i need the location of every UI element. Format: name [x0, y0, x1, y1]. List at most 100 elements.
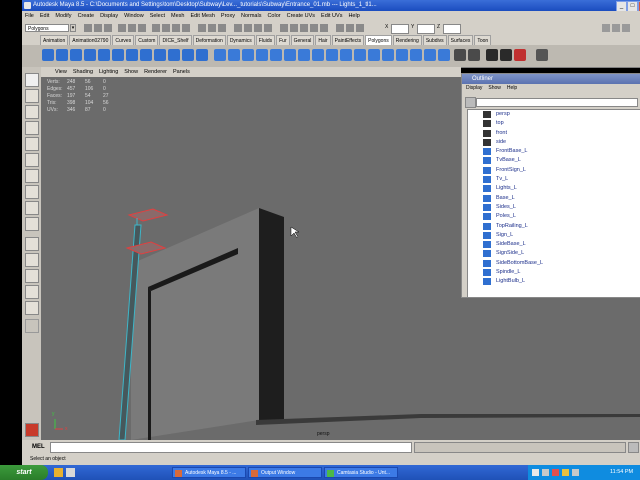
uv-editor-icon[interactable]	[454, 49, 466, 61]
panel-menu-view[interactable]: View	[55, 69, 67, 75]
list-item[interactable]: TopRailing_L	[468, 222, 640, 231]
persp-graph-layout-icon[interactable]	[25, 285, 39, 299]
speaker-icon[interactable]	[572, 469, 579, 476]
menu-proxy[interactable]: Proxy	[221, 13, 235, 19]
extract-icon[interactable]	[242, 49, 254, 61]
menu-window[interactable]: Window	[124, 13, 144, 19]
mirror-geometry-icon[interactable]	[312, 49, 324, 61]
combine-icon[interactable]	[214, 49, 226, 61]
x-input[interactable]	[391, 24, 409, 34]
menu-display[interactable]: Display	[100, 13, 118, 19]
poly-torus-icon[interactable]	[112, 49, 124, 61]
custom-script-2-icon[interactable]	[500, 49, 512, 61]
poly-prism-icon[interactable]	[126, 49, 138, 61]
fill-hole-icon[interactable]	[410, 49, 422, 61]
boolean-difference-icon[interactable]	[284, 49, 296, 61]
menu-edit-mesh[interactable]: Edit Mesh	[190, 13, 214, 19]
list-item[interactable]: SideBase_L	[468, 240, 640, 249]
insert-edge-loop-icon[interactable]	[382, 49, 394, 61]
poly-cylinder-icon[interactable]	[70, 49, 82, 61]
tray-icon[interactable]	[542, 469, 549, 476]
panel-menu-show[interactable]: Show	[124, 69, 138, 75]
list-item[interactable]: persp	[468, 110, 640, 119]
rotate-tool-icon[interactable]	[25, 137, 39, 151]
outliner-search-input[interactable]	[476, 98, 638, 107]
outliner-menu-help[interactable]: Help	[507, 85, 517, 91]
script-editor-icon[interactable]	[628, 442, 639, 453]
extrude-icon[interactable]	[326, 49, 338, 61]
bridge-icon[interactable]	[340, 49, 352, 61]
list-item[interactable]: front	[468, 129, 640, 138]
menu-mesh[interactable]: Mesh	[171, 13, 184, 19]
menu-create-uvs[interactable]: Create UVs	[287, 13, 315, 19]
universal-manipulator-icon[interactable]	[25, 169, 39, 183]
separate-icon[interactable]	[228, 49, 240, 61]
merge-vertices-icon[interactable]	[424, 49, 436, 61]
list-item[interactable]: LightBulb_L	[468, 277, 640, 286]
offset-edge-loop-icon[interactable]	[396, 49, 408, 61]
list-item[interactable]: Spindle_L	[468, 268, 640, 277]
list-item[interactable]: Tv_L	[468, 175, 640, 184]
list-item[interactable]: Lights_L	[468, 184, 640, 193]
menu-modify[interactable]: Modify	[55, 13, 71, 19]
list-item[interactable]: FrontBase_L	[468, 147, 640, 156]
boolean-union-icon[interactable]	[270, 49, 282, 61]
menu-edit-uvs[interactable]: Edit UVs	[321, 13, 342, 19]
split-polygon-icon[interactable]	[368, 49, 380, 61]
maya-rendering-icon[interactable]	[25, 423, 39, 437]
start-button[interactable]: start	[0, 465, 48, 480]
poly-helix-icon[interactable]	[168, 49, 180, 61]
quicklaunch-icon[interactable]	[54, 468, 63, 477]
menu-select[interactable]: Select	[150, 13, 165, 19]
boolean-intersection-icon[interactable]	[298, 49, 310, 61]
shelf-menu-icon[interactable]	[536, 49, 548, 61]
list-item[interactable]: Sign_L	[468, 231, 640, 240]
list-item[interactable]: Base_L	[468, 194, 640, 203]
mode-selector[interactable]: Polygons	[25, 24, 69, 32]
mel-input[interactable]	[50, 442, 412, 453]
planar-mapping-icon[interactable]	[468, 49, 480, 61]
list-item[interactable]: top	[468, 119, 640, 128]
panel-menu-panels[interactable]: Panels	[173, 69, 190, 75]
list-item[interactable]: SideBottomBase_L	[468, 259, 640, 268]
panel-menu-shading[interactable]: Shading	[73, 69, 93, 75]
mode-dropdown-icon[interactable]: ▾	[70, 24, 76, 32]
append-polygon-icon[interactable]	[354, 49, 366, 61]
outliner-title[interactable]: Outliner	[462, 74, 640, 84]
taskbar-button-camtasia[interactable]: Camtasia Studio - Unt...	[324, 467, 398, 478]
outliner-menu-show[interactable]: Show	[488, 85, 501, 91]
custom-script-1-icon[interactable]	[486, 49, 498, 61]
poly-platonic-icon[interactable]	[196, 49, 208, 61]
single-perspective-layout-icon[interactable]	[25, 237, 39, 251]
outliner-menu-display[interactable]: Display	[466, 85, 482, 91]
poly-cube-icon[interactable]	[56, 49, 68, 61]
list-item[interactable]: Sides_L	[468, 203, 640, 212]
poly-pipe-icon[interactable]	[154, 49, 166, 61]
clock[interactable]: 11:54 PM	[610, 465, 633, 480]
paint-select-tool-icon[interactable]	[25, 105, 39, 119]
panel-menu-lighting[interactable]: Lighting	[99, 69, 118, 75]
outliner-filter-icon[interactable]	[465, 97, 476, 108]
poly-soccer-icon[interactable]	[182, 49, 194, 61]
layout-option-icon[interactable]	[25, 319, 39, 333]
taskbar-button-maya[interactable]: Autodesk Maya 8.5 - ...	[172, 467, 246, 478]
mel-label[interactable]: MEL	[32, 444, 45, 450]
move-tool-icon[interactable]	[25, 121, 39, 135]
outliner-window[interactable]: Outliner Display Show Help persp top front…	[461, 73, 640, 298]
quicklaunch-icon[interactable]	[66, 468, 75, 477]
poly-pyramid-icon[interactable]	[140, 49, 152, 61]
list-item[interactable]: Poles_L	[468, 212, 640, 221]
list-item[interactable]: SignSide_L	[468, 249, 640, 258]
poly-plane-icon[interactable]	[98, 49, 110, 61]
z-input[interactable]	[443, 24, 461, 34]
last-tool-icon[interactable]	[25, 217, 39, 231]
tray-icon[interactable]	[562, 469, 569, 476]
menu-edit[interactable]: Edit	[40, 13, 49, 19]
tray-icon[interactable]	[552, 469, 559, 476]
menu-color[interactable]: Color	[267, 13, 280, 19]
soft-mod-tool-icon[interactable]	[25, 185, 39, 199]
panel-menu-renderer[interactable]: Renderer	[144, 69, 167, 75]
select-tool-icon[interactable]	[25, 73, 39, 87]
custom-script-3-icon[interactable]	[514, 49, 526, 61]
panel-toggle-icons[interactable]	[602, 23, 632, 33]
